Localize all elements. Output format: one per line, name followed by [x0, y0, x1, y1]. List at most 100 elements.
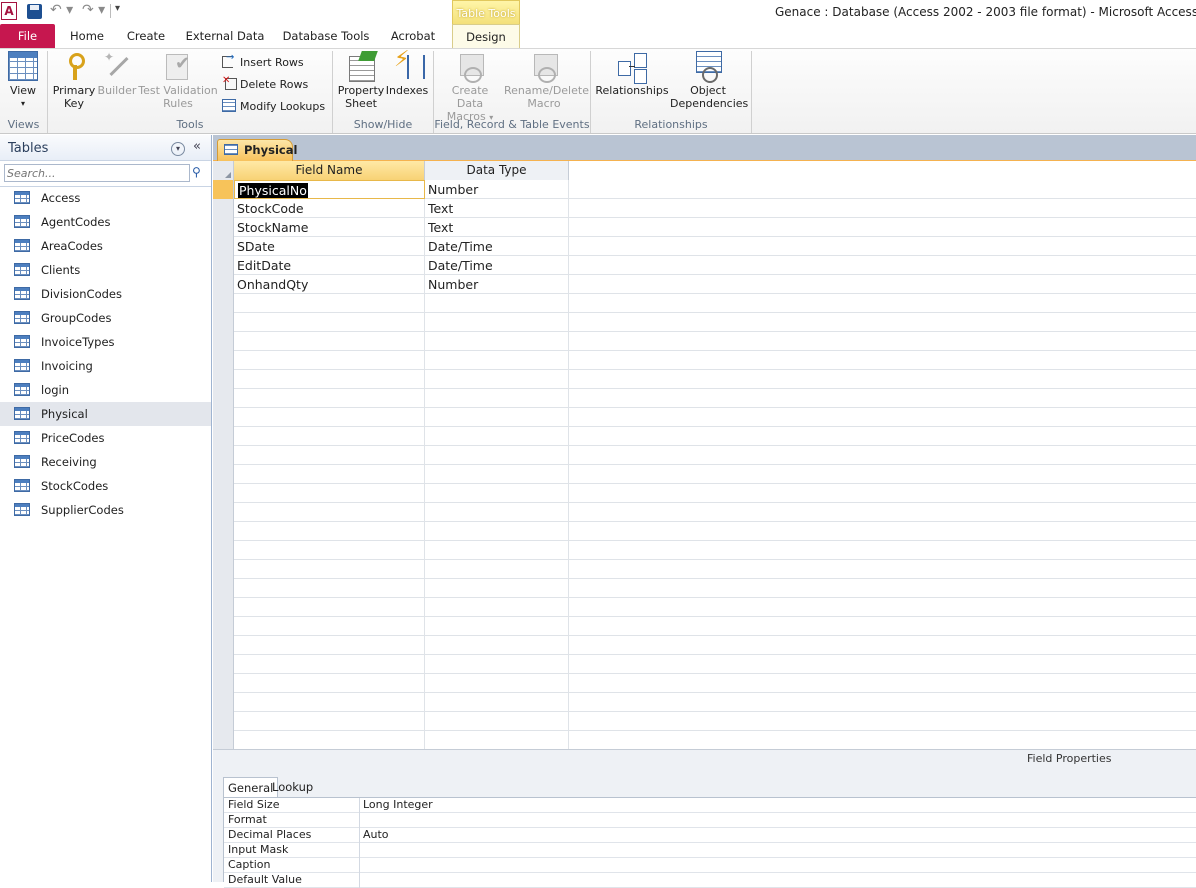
data-type-cell[interactable]: Number: [425, 180, 569, 199]
row-selector[interactable]: [213, 427, 234, 446]
field-name-cell[interactable]: [234, 731, 425, 750]
delete-rows-button[interactable]: Delete Rows: [222, 75, 308, 91]
field-name-cell[interactable]: [234, 332, 425, 351]
tab-design[interactable]: Design: [452, 24, 520, 48]
column-header-data-type[interactable]: Data Type: [425, 161, 569, 180]
nav-item-table[interactable]: Access: [0, 186, 211, 210]
field-name-cell[interactable]: [234, 484, 425, 503]
row-selector[interactable]: [213, 579, 234, 598]
row-selector[interactable]: [213, 332, 234, 351]
field-name-cell[interactable]: [234, 655, 425, 674]
document-tab-physical[interactable]: Physical: [217, 139, 297, 161]
data-type-cell[interactable]: [425, 408, 569, 427]
data-type-cell[interactable]: [425, 712, 569, 731]
row-selector[interactable]: [213, 617, 234, 636]
redo-icon[interactable]: ↷ ▾: [82, 2, 105, 20]
data-type-cell[interactable]: [425, 313, 569, 332]
data-type-cell[interactable]: [425, 332, 569, 351]
property-value[interactable]: Auto: [359, 828, 1196, 843]
select-all-corner[interactable]: [213, 161, 234, 180]
row-selector[interactable]: [213, 256, 234, 275]
data-type-cell[interactable]: [425, 693, 569, 712]
modify-lookups-button[interactable]: Modify Lookups: [222, 99, 325, 113]
data-type-cell[interactable]: [425, 484, 569, 503]
data-type-cell[interactable]: [425, 522, 569, 541]
field-name-cell[interactable]: OnhandQty: [234, 275, 425, 294]
object-dependencies-button[interactable]: Object Dependencies: [670, 51, 748, 110]
row-selector[interactable]: [213, 446, 234, 465]
property-value[interactable]: [359, 873, 1196, 888]
property-value[interactable]: [359, 813, 1196, 828]
customize-qat-icon[interactable]: ▾: [115, 3, 120, 21]
row-selector[interactable]: [213, 674, 234, 693]
rename-delete-macro-button[interactable]: Rename/Delete Macro: [504, 51, 589, 110]
row-selector[interactable]: [213, 237, 234, 256]
row-selector[interactable]: [213, 693, 234, 712]
field-name-cell[interactable]: [234, 522, 425, 541]
tab-home[interactable]: Home: [62, 24, 112, 48]
field-name-cell[interactable]: [234, 370, 425, 389]
property-value[interactable]: [359, 858, 1196, 873]
access-app-icon[interactable]: A: [1, 2, 17, 20]
row-selector[interactable]: [213, 408, 234, 427]
field-name-cell[interactable]: StockCode: [234, 199, 425, 218]
data-type-cell[interactable]: Date/Time: [425, 237, 569, 256]
nav-menu-dropdown-icon[interactable]: ▾: [171, 142, 185, 156]
tab-file[interactable]: File: [0, 24, 55, 48]
field-name-cell[interactable]: [234, 598, 425, 617]
field-name-cell[interactable]: [234, 408, 425, 427]
field-name-cell[interactable]: [234, 541, 425, 560]
nav-item-table[interactable]: AgentCodes: [0, 210, 211, 234]
nav-item-table[interactable]: PriceCodes: [0, 426, 211, 450]
row-selector[interactable]: [213, 465, 234, 484]
field-name-cell[interactable]: [234, 617, 425, 636]
row-selector[interactable]: [213, 503, 234, 522]
relationships-button[interactable]: Relationships: [594, 51, 670, 97]
data-type-cell[interactable]: Number: [425, 275, 569, 294]
data-type-cell[interactable]: [425, 465, 569, 484]
builder-button[interactable]: Builder: [96, 51, 138, 97]
data-type-cell[interactable]: [425, 598, 569, 617]
field-name-cell[interactable]: [234, 712, 425, 731]
field-name-cell[interactable]: [234, 446, 425, 465]
nav-item-table[interactable]: AreaCodes: [0, 234, 211, 258]
field-name-cell[interactable]: [234, 427, 425, 446]
nav-item-table[interactable]: Receiving: [0, 450, 211, 474]
row-selector[interactable]: [213, 655, 234, 674]
field-name-cell[interactable]: [234, 351, 425, 370]
nav-item-table[interactable]: Invoicing: [0, 354, 211, 378]
tab-create[interactable]: Create: [122, 24, 170, 48]
property-value[interactable]: Long Integer: [359, 798, 1196, 813]
field-name-cell[interactable]: [234, 636, 425, 655]
row-selector[interactable]: [213, 351, 234, 370]
data-type-cell[interactable]: [425, 427, 569, 446]
nav-item-table[interactable]: login: [0, 378, 211, 402]
column-header-field-name[interactable]: Field Name: [234, 161, 425, 180]
nav-item-table[interactable]: DivisionCodes: [0, 282, 211, 306]
row-selector[interactable]: [213, 294, 234, 313]
data-type-cell[interactable]: [425, 731, 569, 750]
nav-search-input[interactable]: [4, 164, 190, 182]
collapse-pane-icon[interactable]: «: [193, 139, 201, 154]
field-name-cell[interactable]: SDate: [234, 237, 425, 256]
data-type-cell[interactable]: [425, 351, 569, 370]
row-selector[interactable]: [213, 522, 234, 541]
data-type-cell[interactable]: Text: [425, 218, 569, 237]
tab-database-tools[interactable]: Database Tools: [278, 24, 374, 48]
row-selector[interactable]: [213, 275, 234, 294]
field-name-cell[interactable]: [234, 465, 425, 484]
nav-item-table[interactable]: SupplierCodes: [0, 498, 211, 522]
field-name-cell[interactable]: [234, 503, 425, 522]
create-data-macros-button[interactable]: Create Data Macros ▾: [437, 51, 503, 124]
row-selector[interactable]: [213, 636, 234, 655]
data-type-cell[interactable]: [425, 579, 569, 598]
row-selector[interactable]: [213, 484, 234, 503]
data-type-cell[interactable]: Date/Time: [425, 256, 569, 275]
data-type-cell[interactable]: [425, 541, 569, 560]
data-type-cell[interactable]: [425, 655, 569, 674]
field-name-cell[interactable]: [234, 674, 425, 693]
row-selector[interactable]: [213, 199, 234, 218]
row-selector[interactable]: [213, 389, 234, 408]
view-button[interactable]: View ▾: [3, 51, 43, 110]
test-validation-rules-button[interactable]: Test Validation Rules: [138, 51, 218, 110]
